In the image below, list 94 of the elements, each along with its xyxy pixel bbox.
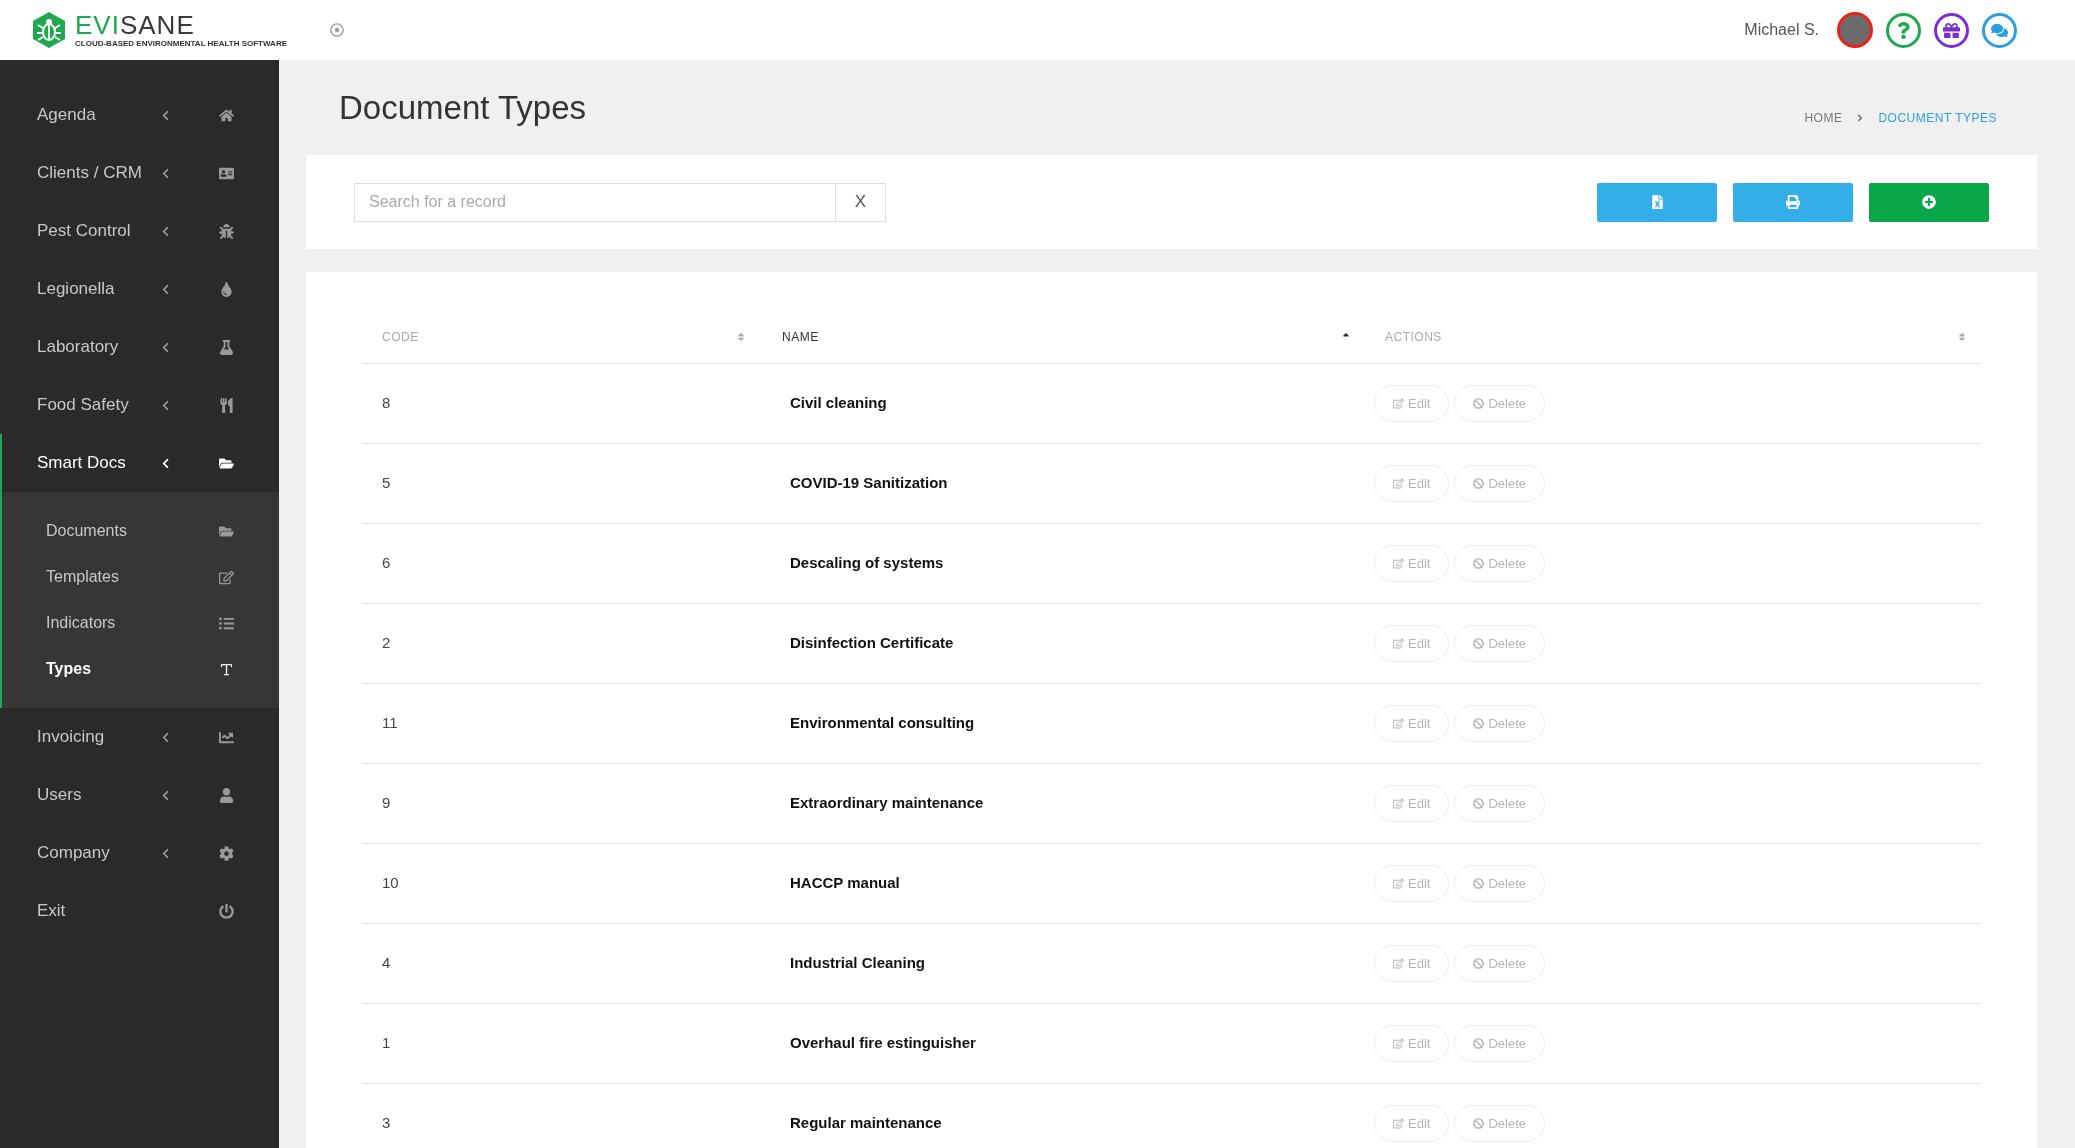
code-cell-text: 2: [381, 633, 392, 654]
list-icon: [219, 615, 234, 631]
power-icon: [219, 903, 234, 919]
edit-icon: [1393, 638, 1404, 649]
ban-icon: [1473, 958, 1485, 969]
edit-icon: [1393, 478, 1404, 489]
name-cell-text: Descaling of systems: [789, 553, 945, 574]
column-header[interactable]: CODE: [362, 310, 760, 363]
sidebar-item[interactable]: Smart Docs: [2, 434, 279, 492]
text-icon: [219, 661, 234, 677]
sidebar-item[interactable]: Company: [2, 824, 279, 882]
user-name[interactable]: Michael S.: [1744, 18, 1819, 42]
sidebar-item[interactable]: Pest Control: [2, 202, 279, 260]
brand-name: EVISANE: [75, 10, 195, 40]
target-icon[interactable]: [330, 23, 344, 37]
sidebar-item[interactable]: Invoicing: [2, 708, 279, 766]
chevron-icon: [1856, 113, 1865, 122]
column-header[interactable]: NAME: [760, 310, 1365, 363]
submenu-item[interactable]: Documents: [2, 508, 279, 554]
ban-icon: [1473, 1038, 1485, 1049]
ban-icon: [1473, 398, 1485, 409]
breadcrumb-link[interactable]: DOCUMENT TYPES: [1878, 108, 1997, 127]
user-icon: [219, 787, 234, 803]
edit-icon: [1393, 718, 1404, 729]
settings-icon: [219, 845, 234, 861]
code-cell-text: 6: [381, 553, 392, 574]
code-cell-text: 9: [381, 793, 392, 814]
name-cell-text: Overhaul fire estinguisher: [789, 1033, 977, 1054]
name-cell-text: HACCP manual: [789, 873, 901, 894]
name-cell-text: COVID-19 Sanitization: [789, 473, 949, 494]
plus-icon: [1922, 195, 1936, 209]
chat-icon[interactable]: [1982, 12, 2017, 48]
sidebar-item[interactable]: Clients / CRM: [2, 144, 279, 202]
chart-icon: [219, 729, 234, 745]
submenu-item[interactable]: Types: [2, 646, 279, 692]
name-cell-text: Regular maintenance: [789, 1113, 943, 1134]
bug-icon: [219, 223, 234, 239]
name-cell-text: Extraordinary maintenance: [789, 793, 985, 814]
export-excel-button[interactable]: [1597, 182, 1717, 222]
avatar[interactable]: [1837, 12, 1873, 48]
edit-icon: [1393, 958, 1404, 969]
ban-icon: [1473, 798, 1485, 809]
submenu-item[interactable]: Indicators: [2, 600, 279, 646]
edit-icon: [1393, 878, 1404, 889]
submenu-item[interactable]: Templates: [2, 554, 279, 600]
flask-icon: [219, 339, 234, 355]
column-header[interactable]: ACTIONS: [1365, 310, 1981, 363]
add-button[interactable]: [1869, 182, 1989, 222]
sort-icon: [736, 331, 746, 342]
print-button[interactable]: [1733, 182, 1853, 222]
edit-icon: [1393, 398, 1404, 409]
breadcrumb-link[interactable]: HOME: [1804, 108, 1843, 127]
code-cell-text: 8: [381, 393, 392, 414]
utensils-icon: [219, 397, 234, 413]
sort-icon: [1957, 331, 1967, 342]
code-cell-text: 4: [381, 953, 392, 974]
search-field[interactable]: Search for a record: [354, 182, 836, 222]
code-cell-text: 5: [381, 473, 392, 494]
sidebar-item[interactable]: Food Safety: [2, 376, 279, 434]
sidebar-item[interactable]: Laboratory: [2, 318, 279, 376]
gift-icon[interactable]: [1934, 12, 1969, 48]
ban-icon: [1473, 558, 1485, 569]
sidebar-item[interactable]: Users: [2, 766, 279, 824]
help-icon[interactable]: [1886, 12, 1921, 48]
clear-button[interactable]: X: [836, 182, 886, 222]
spreadsheet-icon: [1650, 195, 1664, 209]
sidebar-item[interactable]: Agenda: [2, 86, 279, 144]
edit-icon: [1393, 798, 1404, 809]
house-icon: [219, 107, 234, 123]
droplet-icon: [219, 281, 234, 297]
code-cell-text: 1: [381, 1033, 392, 1054]
code-cell-text: 3: [381, 1113, 392, 1134]
logo-icon: [31, 11, 67, 49]
sidebar-item[interactable]: Exit: [2, 882, 279, 940]
ban-icon: [1473, 718, 1485, 729]
edit-icon: [219, 569, 234, 585]
edit-icon: [1393, 1038, 1404, 1049]
edit-icon: [1393, 558, 1404, 569]
name-cell-text: Environmental consulting: [789, 713, 976, 734]
ban-icon: [1473, 478, 1485, 489]
brand-tagline: CLOUD-BASED ENVIRONMENTAL HEALTH SOFTWARE: [75, 40, 287, 48]
name-cell-text: Industrial Cleaning: [789, 953, 926, 974]
ban-icon: [1473, 638, 1485, 649]
edit-icon: [1393, 1118, 1404, 1129]
code-cell-text: 10: [381, 873, 400, 894]
code-cell-text: 11: [381, 713, 399, 734]
name-cell-text: Civil cleaning: [789, 393, 888, 414]
name-cell-text: Disinfection Certificate: [789, 633, 955, 654]
id-card-icon: [219, 165, 234, 181]
sidebar-item[interactable]: Legionella: [2, 260, 279, 318]
printer-icon: [1786, 195, 1800, 209]
ban-icon: [1473, 878, 1485, 889]
ban-icon: [1473, 1118, 1485, 1129]
page-title: Document Types: [339, 87, 588, 128]
